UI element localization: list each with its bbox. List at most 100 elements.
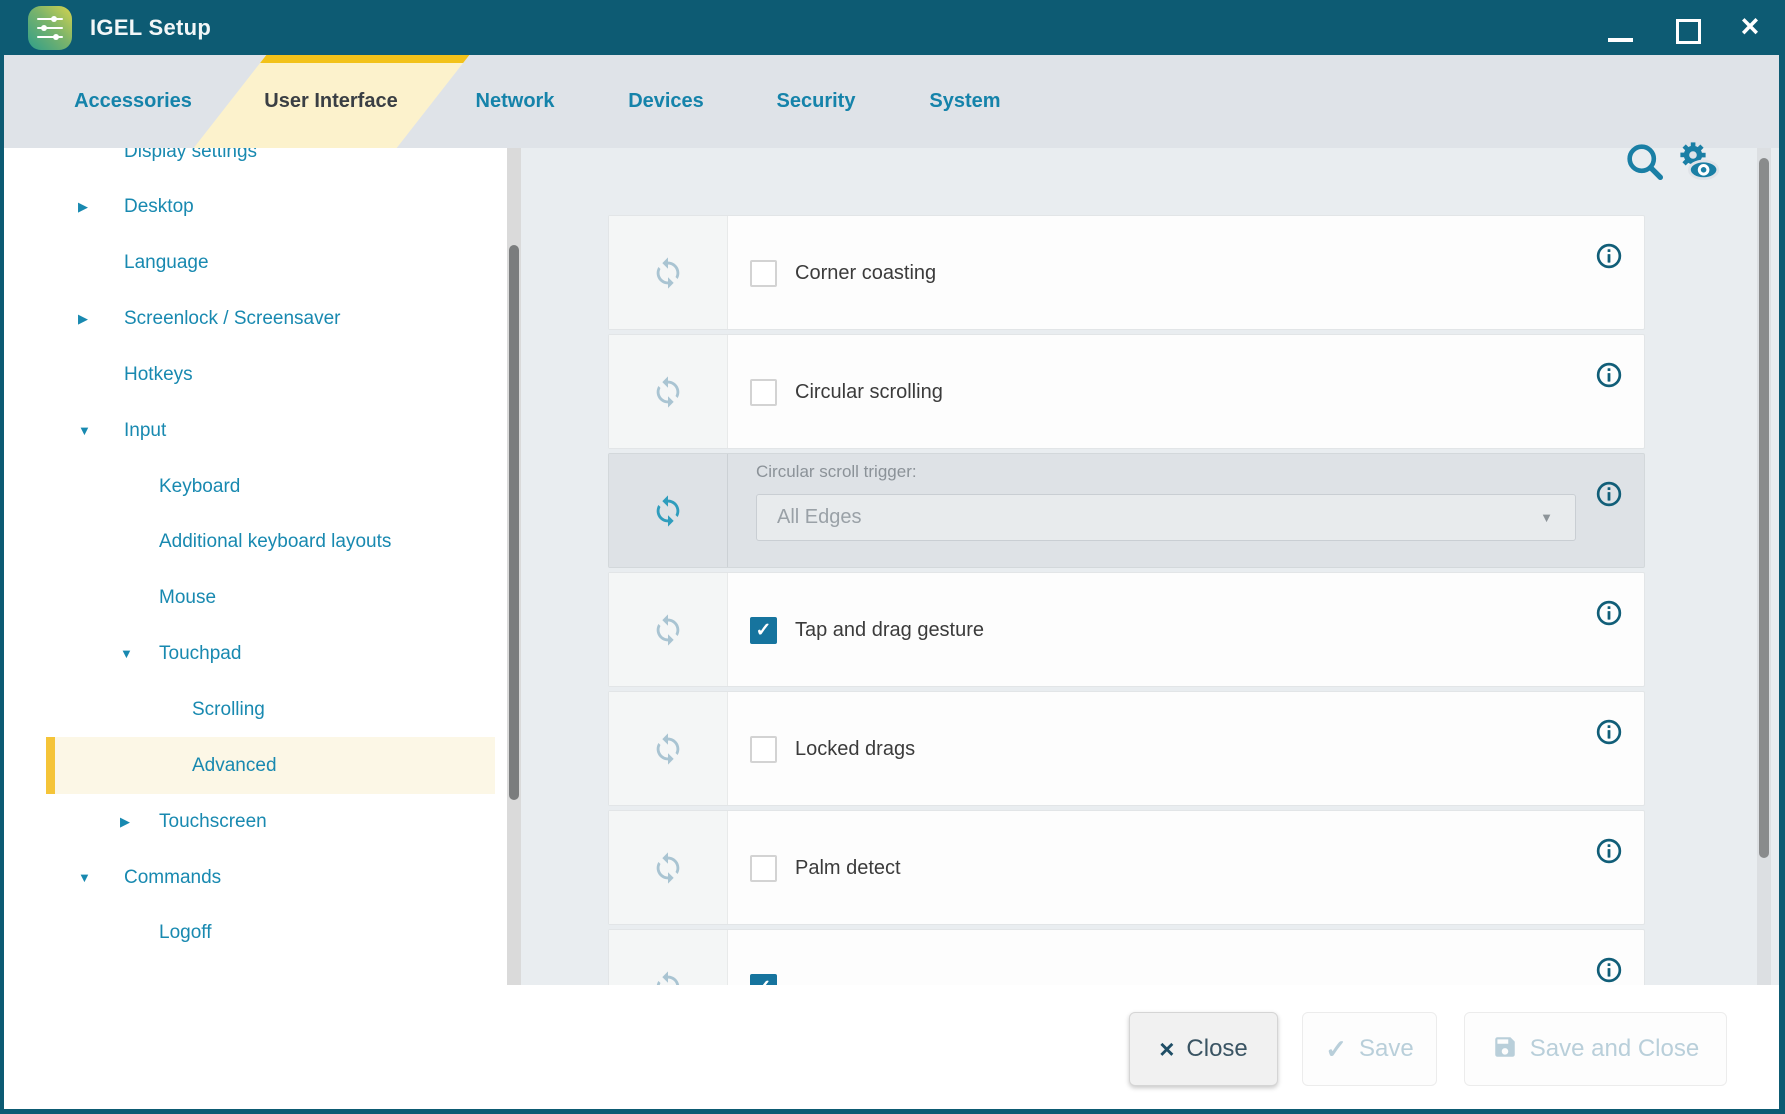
setting-row-circular-scrolling: Circular scrolling <box>608 334 1645 449</box>
x-icon: × <box>1159 1036 1174 1062</box>
reset-to-default-button[interactable] <box>609 216 728 329</box>
sidebar-item-touchscreen[interactable]: ▶ Touchscreen <box>4 793 521 850</box>
tab-system[interactable]: System <box>929 55 1000 148</box>
chevron-collapsed-icon[interactable]: ▶ <box>78 178 88 235</box>
dropdown-selected-value: All Edges <box>777 495 862 540</box>
checkbox-circular-scrolling[interactable] <box>750 379 777 406</box>
save-button[interactable]: ✓ Save <box>1302 1012 1437 1086</box>
sidebar-item-input[interactable]: ▼Input <box>4 402 521 459</box>
setting-label: Palm detect <box>795 811 901 926</box>
info-icon[interactable] <box>1595 837 1623 865</box>
chevron-expanded-icon[interactable]: ▼ <box>78 849 91 906</box>
info-icon[interactable] <box>1595 242 1623 270</box>
checkbox-corner-coasting[interactable] <box>750 260 777 287</box>
app-logo-icon <box>27 5 73 51</box>
check-icon: ✓ <box>1325 1036 1347 1062</box>
button-label: Save <box>1359 1035 1414 1063</box>
info-icon[interactable] <box>1595 480 1623 508</box>
reset-to-default-button[interactable] <box>609 930 728 985</box>
sidebar-scrollbar-thumb[interactable] <box>509 245 519 800</box>
sidebar-item-keyboard[interactable]: Keyboard <box>4 458 521 515</box>
minimize-button[interactable] <box>1598 0 1642 55</box>
sidebar-item-label: Touchpad <box>159 625 241 682</box>
checkbox-tap-and-drag-gesture[interactable]: ✓ <box>750 617 777 644</box>
maximize-button[interactable] <box>1664 0 1708 55</box>
reset-to-default-button[interactable] <box>609 573 728 686</box>
checkbox-locked-drags[interactable] <box>750 736 777 763</box>
sidebar-item-logoff[interactable]: Logoff <box>4 904 521 961</box>
chevron-collapsed-icon[interactable]: ▶ <box>78 290 88 347</box>
sidebar-item-additional-keyboard-layouts[interactable]: Additional keyboard layouts <box>4 513 521 570</box>
sidebar-item-label: Desktop <box>124 178 194 235</box>
dropdown-arrow-icon: ▼ <box>1540 495 1553 540</box>
titlebar: IGEL Setup × <box>0 0 1785 55</box>
setting-row-circular-scroll-trigger: Circular scroll trigger:All Edges▼ <box>608 453 1645 568</box>
sidebar-item-label: Additional keyboard layouts <box>159 513 391 570</box>
setting-row-tap-and-drag-gesture: ✓ Tap and drag gesture <box>608 572 1645 687</box>
info-icon[interactable] <box>1595 599 1623 627</box>
close-button[interactable]: × Close <box>1129 1012 1278 1086</box>
sidebar-item-hotkeys[interactable]: Hotkeys <box>4 346 521 403</box>
save-and-close-button[interactable]: Save and Close <box>1464 1012 1727 1086</box>
tab-devices[interactable]: Devices <box>628 55 704 148</box>
window-title: IGEL Setup <box>90 0 211 55</box>
tab-accessories[interactable]: Accessories <box>74 55 192 148</box>
sidebar-item-label: Touchscreen <box>159 793 267 850</box>
reset-to-default-button[interactable] <box>609 692 728 805</box>
sidebar-item-label: Hotkeys <box>124 346 193 403</box>
chevron-expanded-icon[interactable]: ▼ <box>120 625 133 682</box>
sidebar-item-screenlock-screensaver[interactable]: ▶ Screenlock / Screensaver <box>4 290 521 347</box>
sidebar-item-label: Scrolling <box>192 681 265 738</box>
panel-scrollbar-thumb[interactable] <box>1759 158 1769 858</box>
info-icon[interactable] <box>1595 718 1623 746</box>
sidebar-item-touchpad[interactable]: ▼ Touchpad <box>4 625 521 682</box>
reset-to-default-button[interactable] <box>609 454 728 567</box>
button-label: Save and Close <box>1530 1035 1699 1063</box>
setting-label: Corner coasting <box>795 216 936 331</box>
settings-eye-icon[interactable] <box>1674 137 1722 187</box>
sidebar-item-label: Keyboard <box>159 458 240 515</box>
sidebar-item-label: Screenlock / Screensaver <box>124 290 341 347</box>
save-floppy-icon <box>1492 1034 1518 1064</box>
sidebar-item-label: Advanced <box>192 737 277 794</box>
sidebar-scrollbar[interactable] <box>507 148 521 985</box>
igel-setup-window: IGEL Setup × Accessories User Interface Ne… <box>0 0 1785 1114</box>
setting-label: Locked drags <box>795 692 915 807</box>
sidebar-item-display-settings[interactable]: Display settings <box>4 148 521 180</box>
chevron-expanded-icon[interactable]: ▼ <box>78 402 91 459</box>
checkbox-palm-detect[interactable] <box>750 855 777 882</box>
settings-panel: Corner coasting Circular scrolling Circu… <box>521 148 1779 985</box>
sidebar-item-label: Mouse <box>159 569 216 626</box>
sidebar-item-label: Logoff <box>159 904 211 961</box>
footer-bar: × Close ✓ Save Save and Close <box>0 985 1785 1109</box>
setting-label: Circular scrolling <box>795 335 943 450</box>
tab-user-interface[interactable]: User Interface <box>264 55 397 148</box>
checkbox-partial[interactable]: ✓ <box>750 974 777 985</box>
setting-label: Tap and drag gesture <box>795 573 984 688</box>
info-icon[interactable] <box>1595 956 1623 984</box>
sidebar-item-scrolling[interactable]: Scrolling <box>4 681 521 738</box>
settings-tree-sidebar: Display settings▶DesktopLanguage▶Screenl… <box>4 148 521 985</box>
button-label: Close <box>1186 1035 1247 1063</box>
tab-bar: Accessories User Interface Network Devices S… <box>0 55 1785 148</box>
reset-to-default-button[interactable] <box>609 335 728 448</box>
panel-scrollbar[interactable] <box>1757 148 1771 985</box>
chevron-collapsed-icon[interactable]: ▶ <box>120 793 130 850</box>
sidebar-item-language[interactable]: Language <box>4 234 521 291</box>
sidebar-item-mouse[interactable]: Mouse <box>4 569 521 626</box>
dropdown-circular-scroll-trigger[interactable]: All Edges ▼ <box>756 494 1576 541</box>
reset-to-default-button[interactable] <box>609 811 728 924</box>
tab-network[interactable]: Network <box>476 55 555 148</box>
setting-row-palm-detect: Palm detect <box>608 810 1645 925</box>
info-icon[interactable] <box>1595 361 1623 389</box>
window-border <box>1779 0 1785 1114</box>
tab-security[interactable]: Security <box>777 55 856 148</box>
sidebar-item-commands[interactable]: ▼ Commands <box>4 849 521 906</box>
search-icon[interactable] <box>1622 137 1668 187</box>
window-border <box>0 1109 1785 1114</box>
sidebar-item-desktop[interactable]: ▶ Desktop <box>4 178 521 235</box>
sidebar-item-advanced[interactable]: Advanced <box>4 737 521 794</box>
close-window-button[interactable]: × <box>1728 0 1772 55</box>
sidebar-item-label: Language <box>124 234 209 291</box>
sidebar-item-label: Commands <box>124 849 221 906</box>
